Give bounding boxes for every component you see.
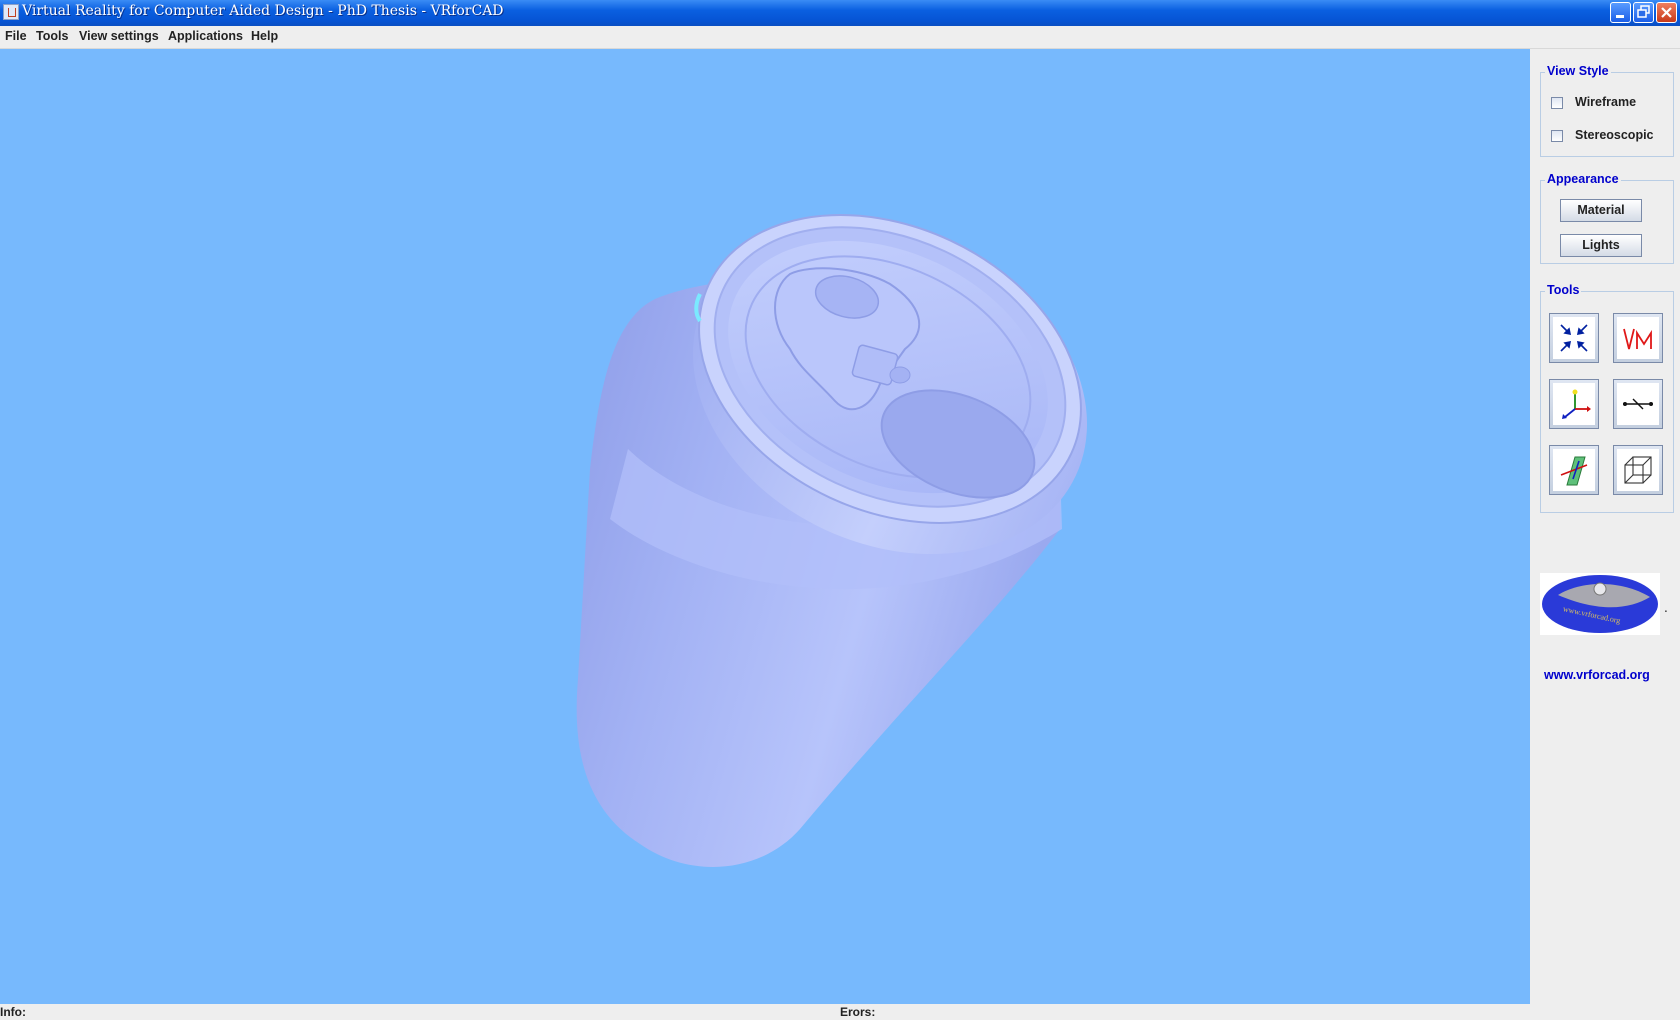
status-bar: Info: Erors: [0, 1004, 1680, 1020]
axes-button[interactable] [1549, 379, 1599, 429]
vrforcad-logo: www.vrforcad.org [1540, 573, 1660, 635]
vm-button[interactable] [1613, 313, 1663, 363]
restore-icon [1637, 5, 1650, 18]
view-style-group: View Style Wireframe Stereoscopic [1540, 64, 1674, 157]
tools-group: Tools [1540, 283, 1674, 513]
right-panel: View Style Wireframe Stereoscopic Appear… [1530, 49, 1680, 1004]
can-model[interactable] [0, 49, 1530, 1004]
material-button[interactable]: Material [1560, 199, 1642, 222]
website-link[interactable]: www.vrforcad.org [1544, 668, 1650, 682]
tools-title: Tools [1545, 283, 1582, 297]
stereoscopic-label: Stereoscopic [1575, 128, 1654, 142]
axes-icon [1553, 383, 1595, 425]
info-label: Info: [0, 1005, 26, 1019]
line-measure-button[interactable] [1613, 379, 1663, 429]
fit-view-button[interactable] [1549, 313, 1599, 363]
appearance-title: Appearance [1545, 172, 1621, 186]
wireframe-checkbox[interactable] [1551, 97, 1563, 109]
menu-applications[interactable]: Applications [168, 29, 243, 43]
menu-view-settings[interactable]: View settings [79, 29, 159, 43]
title-bar: Virtual Reality for Computer Aided Desig… [0, 0, 1680, 26]
minimize-button[interactable] [1610, 2, 1631, 23]
vm-icon [1617, 317, 1659, 359]
view-style-title: View Style [1545, 64, 1611, 78]
window-title: Virtual Reality for Computer Aided Desig… [22, 3, 504, 19]
java-app-icon [3, 4, 19, 20]
minimize-icon [1616, 15, 1624, 18]
lights-button[interactable]: Lights [1560, 234, 1642, 257]
errors-label: Erors: [840, 1005, 876, 1019]
restore-button[interactable] [1633, 2, 1654, 23]
close-button[interactable] [1656, 2, 1677, 23]
3d-viewport[interactable] [0, 49, 1530, 1004]
close-icon [1661, 7, 1672, 18]
section-plane-button[interactable] [1549, 445, 1599, 495]
logo-dot: . [1664, 601, 1668, 615]
menu-tools[interactable]: Tools [36, 29, 68, 43]
bounding-box-button[interactable] [1613, 445, 1663, 495]
fit-view-arrows-icon [1553, 317, 1595, 359]
stereoscopic-checkbox[interactable] [1551, 130, 1563, 142]
menu-file[interactable]: File [5, 29, 27, 43]
wireframe-label: Wireframe [1575, 95, 1637, 109]
menu-help[interactable]: Help [251, 29, 278, 43]
section-plane-icon [1553, 449, 1595, 491]
appearance-group: Appearance Material Lights [1540, 172, 1674, 264]
menu-bar: File Tools View settings Applications He… [0, 26, 1680, 49]
cube-wireframe-icon [1617, 449, 1659, 491]
line-measure-icon [1617, 383, 1659, 425]
